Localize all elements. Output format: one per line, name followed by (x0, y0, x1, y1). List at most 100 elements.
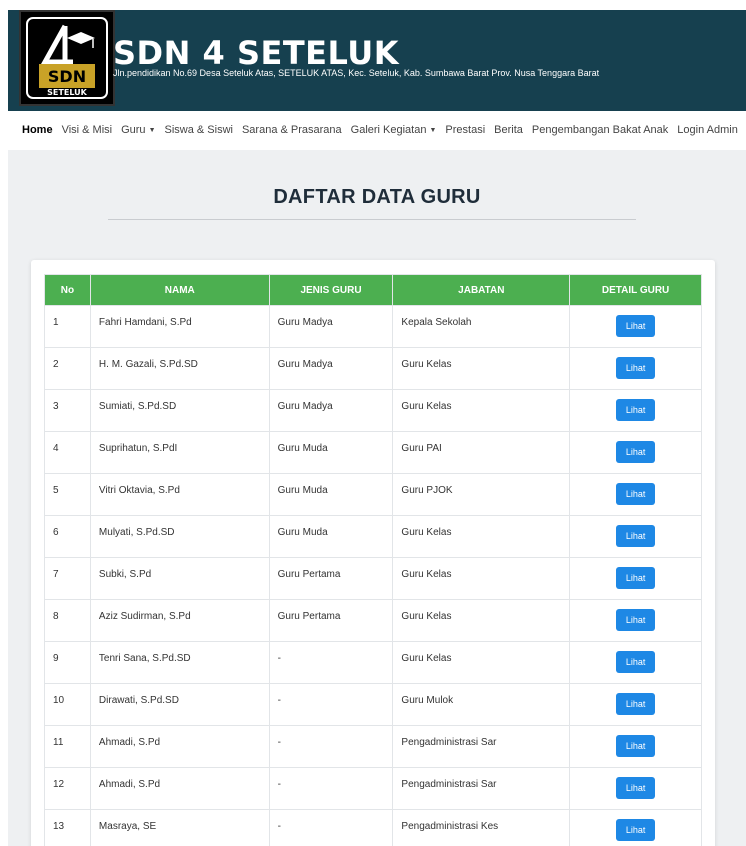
lihat-button[interactable]: Lihat (616, 357, 656, 379)
caret-down-icon: ▼ (148, 126, 156, 134)
lihat-button[interactable]: Lihat (616, 525, 656, 547)
cell-nama: Suprihatun, S.PdI (89, 431, 270, 474)
table-row: 11 Ahmadi, S.Pd - Pengadministrasi Sar Lihat (44, 725, 702, 768)
cell-jabatan: Guru Kelas (392, 599, 571, 642)
cell-jabatan: Guru Kelas (392, 557, 571, 600)
cell-detail-guru: Lihat (569, 389, 702, 432)
nav-item-label: Visi & Misi (61, 124, 113, 136)
lihat-button[interactable]: Lihat (616, 483, 656, 505)
cell-jabatan: Guru Kelas (392, 515, 571, 558)
nav-item-login-admin[interactable]: Login Admin (677, 124, 738, 136)
nav-item-galeri-kegiatan[interactable]: Galeri Kegiatan ▼ (351, 124, 437, 136)
table-row: 7 Subki, S.Pd Guru Pertama Guru Kelas Lihat (44, 557, 702, 600)
table-card: No NAMA JENIS GURU JABATAN DETAIL GURU 1… (31, 260, 715, 846)
cell-detail-guru: Lihat (569, 725, 702, 768)
cell-jenis-guru: - (268, 641, 394, 684)
table-row: 5 Vitri Oktavia, S.Pd Guru Muda Guru PJOK Li… (44, 473, 702, 516)
cell-no: 10 (44, 683, 91, 726)
lihat-button[interactable]: Lihat (616, 819, 656, 841)
cell-no: 8 (44, 599, 91, 642)
header-jabatan: JABATAN (392, 274, 571, 306)
cell-detail-guru: Lihat (569, 473, 702, 516)
header-no: No (44, 274, 91, 306)
nav-item-visi-misi[interactable]: Visi & Misi (62, 124, 113, 136)
nav-item-prestasi[interactable]: Prestasi (445, 124, 485, 136)
nav-item-siswa-siswi[interactable]: Siswa & Siswi (165, 124, 233, 136)
lihat-button[interactable]: Lihat (616, 567, 656, 589)
cell-nama: Fahri Hamdani, S.Pd (89, 305, 270, 348)
cell-jabatan: Pengadministrasi Sar (392, 725, 571, 768)
lihat-button[interactable]: Lihat (616, 651, 656, 673)
lihat-button[interactable]: Lihat (616, 399, 656, 421)
nav-item-guru[interactable]: Guru ▼ (121, 124, 155, 136)
header-detail-guru: DETAIL GURU (569, 274, 702, 306)
cell-jenis-guru: Guru Muda (268, 431, 394, 474)
table-row: 2 H. M. Gazali, S.Pd.SD Guru Madya Guru Kel… (44, 347, 702, 390)
cell-jenis-guru: Guru Madya (268, 347, 394, 390)
nav-item-berita[interactable]: Berita (494, 124, 523, 136)
main-content: DAFTAR DATA GURU No NAMA JENIS GURU JABA… (8, 150, 746, 846)
cell-nama: Tenri Sana, S.Pd.SD (89, 641, 270, 684)
cell-no: 9 (44, 641, 91, 684)
cell-jenis-guru: Guru Madya (268, 305, 394, 348)
site-address: Jln.pendidikan No.69 Desa Seteluk Atas, … (113, 68, 600, 78)
nav-item-pengembangan-bakat-anak[interactable]: Pengembangan Bakat Anak (532, 124, 668, 136)
cell-no: 12 (44, 767, 91, 810)
cell-nama: Subki, S.Pd (89, 557, 270, 600)
cell-detail-guru: Lihat (569, 641, 702, 684)
lihat-button[interactable]: Lihat (616, 735, 656, 757)
cell-jenis-guru: - (268, 725, 394, 768)
lihat-button[interactable]: Lihat (616, 315, 656, 337)
cell-detail-guru: Lihat (569, 767, 702, 810)
cell-nama: Mulyati, S.Pd.SD (89, 515, 270, 558)
cell-jabatan: Guru PJOK (392, 473, 571, 516)
nav-item-label: Home (22, 124, 53, 136)
nav-item-sarana-prasarana[interactable]: Sarana & Prasarana (242, 124, 342, 136)
cell-jenis-guru: - (268, 683, 394, 726)
table-row: 13 Masraya, SE - Pengadministrasi Kes Lihat (44, 809, 702, 846)
cell-jenis-guru: Guru Pertama (268, 599, 394, 642)
cell-jabatan: Kepala Sekolah (392, 305, 571, 348)
nav-item-label: Prestasi (445, 124, 486, 136)
nav-item-label: Sarana & Prasarana (241, 124, 342, 136)
lihat-button[interactable]: Lihat (616, 777, 656, 799)
cell-jabatan: Pengadministrasi Kes (392, 809, 571, 846)
nav-item-label: Galeri Kegiatan (350, 124, 427, 136)
cell-jenis-guru: - (268, 809, 394, 846)
cell-nama: Aziz Sudirman, S.Pd (89, 599, 270, 642)
cell-no: 1 (44, 305, 91, 348)
cell-jabatan: Guru Kelas (392, 641, 571, 684)
cell-detail-guru: Lihat (569, 809, 702, 846)
cell-jenis-guru: Guru Muda (268, 473, 394, 516)
cell-detail-guru: Lihat (569, 683, 702, 726)
cell-jenis-guru: - (268, 767, 394, 810)
cell-no: 5 (44, 473, 91, 516)
cell-jenis-guru: Guru Madya (268, 389, 394, 432)
nav-item-label: Siswa & Siswi (164, 124, 233, 136)
nav-item-label: Login Admin (677, 124, 738, 136)
lihat-button[interactable]: Lihat (616, 441, 656, 463)
cell-detail-guru: Lihat (569, 305, 702, 348)
cell-detail-guru: Lihat (569, 347, 702, 390)
lihat-button[interactable]: Lihat (616, 609, 656, 631)
cell-no: 4 (44, 431, 91, 474)
nav-item-label: Pengembangan Bakat Anak (531, 124, 669, 136)
school-logo[interactable]: SDN SETELUK (19, 10, 115, 106)
table-row: 10 Dirawati, S.Pd.SD - Guru Mulok Lihat (44, 683, 702, 726)
table-row: 6 Mulyati, S.Pd.SD Guru Muda Guru Kelas Liha… (44, 515, 702, 558)
lihat-button[interactable]: Lihat (616, 693, 656, 715)
cell-jabatan: Guru Kelas (392, 389, 571, 432)
caret-down-icon: ▼ (429, 126, 437, 134)
table-row: 4 Suprihatun, S.PdI Guru Muda Guru PAI Lihat (44, 431, 702, 474)
cell-detail-guru: Lihat (569, 431, 702, 474)
teacher-table: No NAMA JENIS GURU JABATAN DETAIL GURU 1… (44, 274, 702, 846)
nav-item-home[interactable]: Home (22, 124, 53, 136)
nav-item-label: Berita (494, 124, 523, 136)
main-nav: Home Visi & Misi Guru ▼ Siswa & Siswi Sarana … (8, 118, 746, 146)
cell-nama: Sumiati, S.Pd.SD (89, 389, 270, 432)
cell-jabatan: Guru Mulok (392, 683, 571, 726)
cell-nama: Vitri Oktavia, S.Pd (89, 473, 270, 516)
header-jenis-guru: JENIS GURU (268, 274, 394, 306)
site-title: SDN 4 SETELUK (113, 34, 400, 72)
header-nama: NAMA (89, 274, 270, 306)
